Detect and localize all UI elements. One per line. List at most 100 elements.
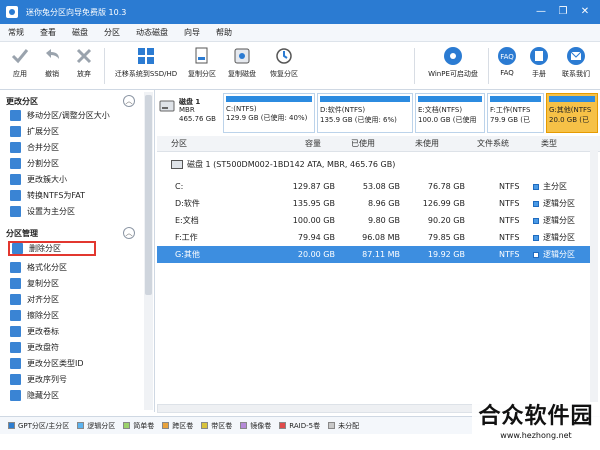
mail-icon [566, 46, 586, 66]
recover-partition-button[interactable]: 恢复分区 [264, 46, 304, 79]
extend-icon [10, 126, 21, 137]
logical-partition-icon [533, 200, 539, 207]
operations-sidebar: 更改分区 ︿ 移动分区/调整分区大小 扩展分区 合并分区 分割分区 更改簇大小 … [0, 90, 155, 412]
watermark-url: www.hezhong.net [500, 431, 572, 440]
windows-icon [136, 46, 156, 66]
table-row[interactable]: D:软件 135.95 GB 8.96 GB 126.99 GB NTFS 逻辑… [157, 195, 595, 212]
toolbar-divider [488, 48, 489, 84]
toolbar: 应用 撤销 放弃 迁移系统到SSD/HD 复制分区 复制磁盘 恢复分区 WinP… [0, 42, 600, 90]
copy-disk-button[interactable]: 复制磁盘 [224, 46, 260, 79]
sidebar-scrollbar-thumb[interactable] [145, 95, 152, 295]
partition-table: 分区 容量 已使用 未使用 文件系统 类型 磁盘 1 (ST500DM002-1… [157, 136, 600, 406]
op-convert-ntfs-fat[interactable]: 转换NTFS为FAT [10, 188, 85, 203]
op-change-type-id[interactable]: 更改分区类型ID [10, 356, 84, 371]
merge-icon [10, 142, 21, 153]
op-align-partition[interactable]: 对齐分区 [10, 292, 59, 307]
column-header-capacity[interactable]: 容量 [305, 136, 321, 152]
toolbar-divider [104, 48, 105, 84]
op-merge-partition[interactable]: 合并分区 [10, 140, 59, 155]
column-header-partition[interactable]: 分区 [171, 136, 187, 152]
type-id-icon [10, 358, 21, 369]
minimize-button[interactable]: — [530, 3, 552, 21]
menu-partition[interactable]: 分区 [96, 27, 128, 38]
op-change-drive-letter[interactable]: 更改盘符 [10, 340, 59, 355]
migrate-os-button[interactable]: 迁移系统到SSD/HD [112, 46, 180, 79]
table-scrollbar[interactable] [590, 150, 598, 402]
menu-bar: 常规 查看 磁盘 分区 动态磁盘 向导 帮助 [0, 24, 600, 42]
primary-partition-icon [533, 183, 539, 190]
partition-card-d[interactable]: D:软件(NTFS) 135.9 GB (已使用: 6%) [317, 93, 413, 133]
op-format-partition[interactable]: 格式化分区 [10, 260, 67, 275]
legend-item: RAID-5卷 [279, 421, 320, 431]
partition-card-e[interactable]: E:文档(NTFS) 100.0 GB (已使用 [415, 93, 485, 133]
collapse-icon[interactable]: ︿ [123, 95, 135, 107]
legend-item: 逻辑分区 [77, 421, 115, 431]
op-wipe-partition[interactable]: 擦除分区 [10, 308, 59, 323]
legend-item: 带区卷 [201, 421, 232, 431]
op-delete-partition[interactable]: 删除分区 [8, 241, 96, 256]
partition-card-f[interactable]: F:工作(NTFS 79.9 GB (已 [487, 93, 544, 133]
collapse-icon[interactable]: ︿ [123, 227, 135, 239]
table-row[interactable]: E:文档 100.00 GB 9.80 GB 90.20 GB NTFS 逻辑分… [157, 212, 595, 229]
op-extend-partition[interactable]: 扩展分区 [10, 124, 59, 139]
op-change-serial[interactable]: 更改序列号 [10, 372, 67, 387]
cluster-icon [10, 174, 21, 185]
maximize-button[interactable]: ❐ [552, 3, 574, 21]
menu-general[interactable]: 常规 [0, 27, 32, 38]
label-icon [10, 326, 21, 337]
table-header [157, 136, 600, 152]
manual-button[interactable]: 手册 [526, 46, 552, 79]
op-move-resize-partition[interactable]: 移动分区/调整分区大小 [10, 108, 110, 123]
split-icon [10, 158, 21, 169]
hard-disk-icon [159, 100, 175, 112]
toolbar-divider [414, 48, 415, 84]
discard-button[interactable]: 放弃 [70, 46, 98, 79]
table-row-selected[interactable]: G:其他 20.00 GB 87.11 MB 19.92 GB NTFS 逻辑分… [157, 246, 595, 263]
disk-card[interactable]: 磁盘 1 MBR 465.76 GB [157, 93, 221, 133]
menu-dynamic-disk[interactable]: 动态磁盘 [128, 27, 176, 38]
resize-icon [10, 110, 21, 121]
apply-button[interactable]: 应用 [6, 46, 34, 79]
menu-disk[interactable]: 磁盘 [64, 27, 96, 38]
title-bar: 迷你兔分区向导免费版 10.3 — ❐ ✕ [0, 0, 600, 24]
table-row[interactable]: F:工作 79.94 GB 96.08 MB 79.85 GB NTFS 逻辑分… [157, 229, 595, 246]
menu-wizard[interactable]: 向导 [176, 27, 208, 38]
wipe-icon [10, 310, 21, 321]
disk-style: MBR [179, 106, 195, 114]
partition-card-g-selected[interactable]: G:其他(NTFS 20.0 GB (已 [546, 93, 598, 133]
op-split-partition[interactable]: 分割分区 [10, 156, 59, 171]
hide-icon [10, 390, 21, 401]
column-header-type[interactable]: 类型 [541, 136, 557, 152]
copy-icon [10, 278, 21, 289]
section-partition-management-title: 分区管理 [6, 229, 38, 238]
window-controls: — ❐ ✕ [530, 0, 596, 24]
legend-item: 未分配 [328, 421, 359, 431]
menu-help[interactable]: 帮助 [208, 27, 240, 38]
column-header-unused[interactable]: 未使用 [415, 136, 439, 152]
faq-icon: FAQ [497, 46, 517, 66]
op-copy-partition[interactable]: 复制分区 [10, 276, 59, 291]
watermark-brand: 合众软件园 [478, 404, 594, 429]
legend-item: GPT分区/主分区 [8, 421, 69, 431]
op-change-label[interactable]: 更改卷标 [10, 324, 59, 339]
legend-item: 简单卷 [123, 421, 154, 431]
op-set-primary[interactable]: 设置为主分区 [10, 204, 75, 219]
disk-row[interactable]: 磁盘 1 (ST500DM002-1BD142 ATA, MBR, 465.76… [157, 156, 595, 173]
menu-view[interactable]: 查看 [32, 27, 64, 38]
primary-icon [10, 206, 21, 217]
column-header-filesystem[interactable]: 文件系统 [477, 136, 509, 152]
cd-icon [443, 46, 463, 66]
op-change-cluster-size[interactable]: 更改簇大小 [10, 172, 67, 187]
undo-button[interactable]: 撤销 [38, 46, 66, 79]
op-hide-partition[interactable]: 隐藏分区 [10, 388, 59, 403]
winpe-bootable-button[interactable]: WinPE可启动盘 [422, 46, 484, 79]
close-button[interactable]: ✕ [574, 3, 596, 21]
column-header-used[interactable]: 已使用 [351, 136, 375, 152]
faq-button[interactable]: FAQ FAQ [494, 46, 520, 77]
partition-card-c[interactable]: C:(NTFS) 129.9 GB (已使用: 40%) [223, 93, 315, 133]
contact-us-button[interactable]: 联系我们 [558, 46, 594, 79]
trash-icon [12, 243, 23, 254]
copy-partition-button[interactable]: 复制分区 [184, 46, 220, 79]
table-row[interactable]: C: 129.87 GB 53.08 GB 76.78 GB NTFS 主分区 [157, 178, 595, 195]
format-icon [10, 262, 21, 273]
